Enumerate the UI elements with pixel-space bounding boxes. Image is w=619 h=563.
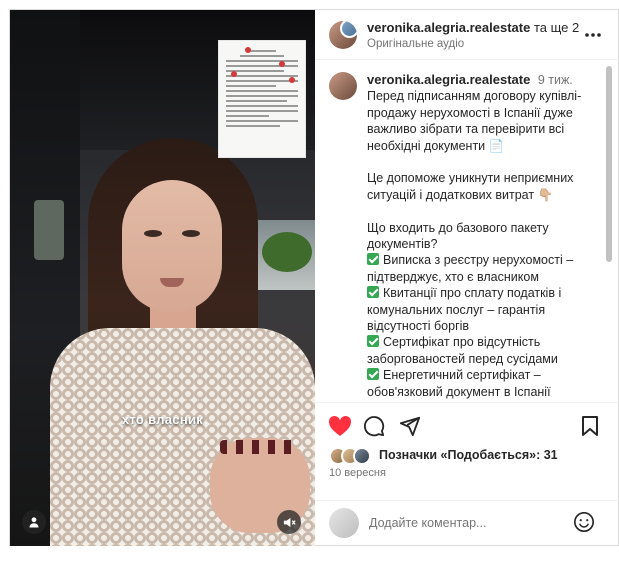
- comment-bar: [315, 500, 619, 546]
- check-icon: [367, 368, 379, 381]
- avatar[interactable]: [329, 21, 357, 49]
- audio-link[interactable]: Оригінальне аудіо: [367, 38, 464, 50]
- caption-line: ситуацій і додаткових витрат 👇🏼: [367, 187, 554, 202]
- caption-username[interactable]: veronika.alegria.realestate: [367, 72, 530, 87]
- caption-line: Перед підписанням договору купівлі-: [367, 89, 582, 104]
- comment-input[interactable]: [369, 512, 559, 534]
- muted-speaker-icon: [283, 517, 296, 527]
- likes-count: 31: [543, 448, 558, 462]
- more-options-button[interactable]: [580, 22, 606, 48]
- caption-line: документів?: [367, 237, 438, 252]
- caption-line: продажу нерухомості в Іспанії дуже: [367, 105, 573, 120]
- caption-line: Сертифікат про відсутність: [367, 334, 602, 350]
- more-horizontal-icon: [585, 33, 601, 37]
- video-subtitle: хто власник: [121, 412, 204, 427]
- caption-line: важливо зібрати та перевірити всі: [367, 122, 565, 137]
- person-face: [122, 180, 222, 312]
- send-icon: [399, 416, 421, 437]
- check-icon: [367, 286, 379, 299]
- collab-suffix[interactable]: та ще 2: [534, 20, 579, 35]
- current-user-avatar: [329, 508, 359, 538]
- caption-lines: Перед підписанням договору купівлі-прода…: [367, 88, 602, 400]
- post-header: veronika.alegria.realestate та ще 2 Ориг…: [315, 10, 619, 60]
- caption-line: підтверджує, хто є власником: [367, 269, 539, 284]
- caption-line: обов'язковий документ в Іспанії: [367, 384, 551, 399]
- action-bar: Позначки «Подобається»: 31 10 вересня: [315, 402, 619, 500]
- check-icon: [367, 253, 379, 266]
- person-icon: [29, 517, 39, 528]
- bookmark-icon: [582, 416, 598, 436]
- caption-avatar[interactable]: [329, 72, 357, 100]
- comment-button[interactable]: [361, 413, 387, 439]
- likes-text[interactable]: Позначки «Подобається»: 31: [379, 448, 558, 462]
- mute-button[interactable]: [277, 510, 301, 534]
- reel-video[interactable]: хто власник: [10, 10, 315, 546]
- document-overlay: [218, 40, 306, 158]
- caption-line: Квитанції про сплату податків і: [367, 285, 602, 301]
- caption-line: Це допоможе уникнути неприємних: [367, 171, 574, 186]
- caption-line: Енергетичний сертифікат –: [367, 367, 602, 383]
- caption-line: [367, 154, 602, 170]
- caption-line: [367, 203, 602, 219]
- caption-line: Що входить до базового пакету: [367, 220, 549, 235]
- header-username[interactable]: veronika.alegria.realestate: [367, 20, 530, 35]
- caption-area[interactable]: veronika.alegria.realestate 9 тиж. Перед…: [315, 60, 619, 400]
- caption-line: Виписка з реєстру нерухомості –: [367, 252, 602, 268]
- caption-line: відсутності боргів: [367, 319, 470, 334]
- share-button[interactable]: [397, 413, 423, 439]
- scroll-thumb[interactable]: [606, 66, 612, 262]
- emoji-icon: [574, 512, 594, 532]
- check-icon: [367, 335, 379, 348]
- caption-line: необхідні документи 📄: [367, 138, 505, 153]
- tagged-people-button[interactable]: [22, 510, 46, 534]
- emoji-button[interactable]: [571, 509, 597, 535]
- caption-line: комунальних послуг – гарантія: [367, 302, 546, 317]
- save-button[interactable]: [577, 413, 603, 439]
- liked-by-avatars[interactable]: [329, 447, 371, 465]
- post-date[interactable]: 10 вересня: [329, 467, 386, 479]
- caption-scrollbar[interactable]: [605, 64, 613, 396]
- heart-filled-icon: [328, 415, 352, 436]
- like-button[interactable]: [327, 413, 353, 439]
- comment-icon: [364, 416, 385, 437]
- caption-line: заборгованостей перед сусідами: [367, 351, 558, 366]
- caption-text: veronika.alegria.realestate 9 тиж. Перед…: [367, 72, 602, 400]
- time-ago[interactable]: 9 тиж.: [538, 73, 573, 87]
